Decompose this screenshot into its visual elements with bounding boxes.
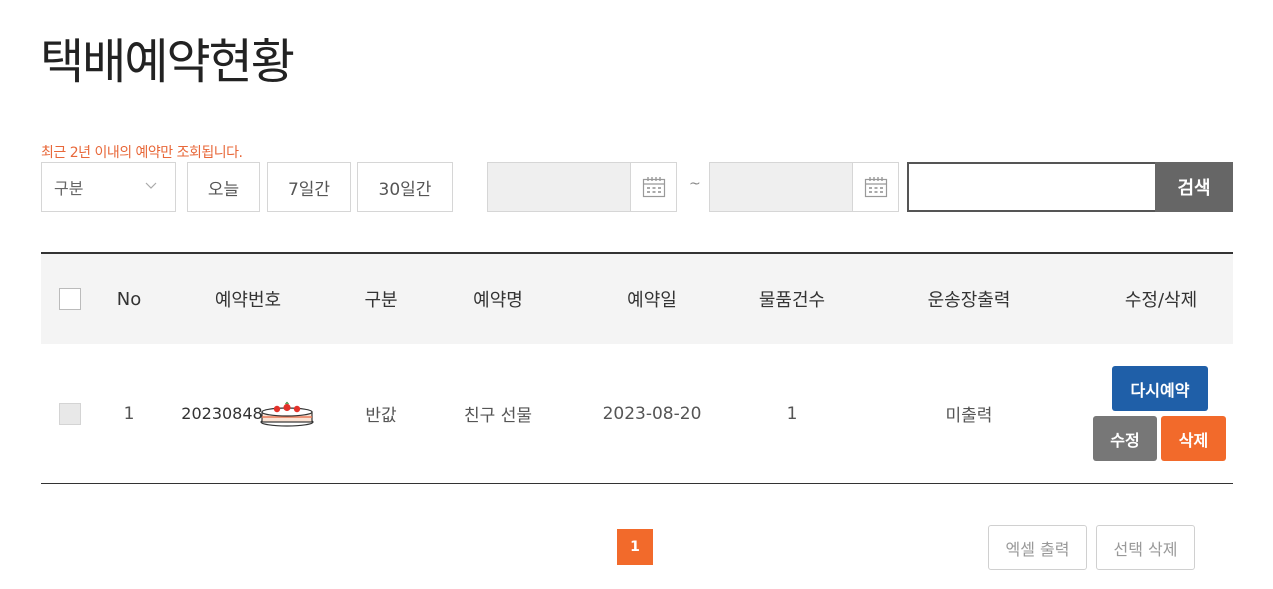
chevron-down-icon <box>145 182 157 189</box>
header-item-count: 물품건수 <box>758 290 826 311</box>
table-row: 1 20230848 반값 친구 선물 2023-08-20 1 미출력 다시예… <box>41 344 1233 484</box>
row-item-count: 1 <box>786 403 798 424</box>
header-waybill: 운송장출력 <box>927 290 1011 311</box>
start-date-input[interactable] <box>487 162 677 212</box>
notice-text: 최근 2년 이내의 예약만 조회됩니다. <box>41 145 243 161</box>
search-input[interactable] <box>907 162 1157 212</box>
header-no: No <box>116 288 142 310</box>
calendar-icon[interactable] <box>852 163 898 211</box>
row-type: 반값 <box>365 406 397 426</box>
calendar-icon[interactable] <box>630 163 676 211</box>
row-date: 2023-08-20 <box>602 403 702 424</box>
header-type: 구분 <box>364 290 398 311</box>
row-no: 1 <box>123 403 135 424</box>
search-button[interactable]: 검색 <box>1155 162 1233 212</box>
reservation-table: No 예약번호 구분 예약명 예약일 물품건수 운송장출력 수정/삭제 1 20… <box>41 252 1233 484</box>
pagination-page-1[interactable]: 1 <box>617 529 653 565</box>
select-all-checkbox[interactable] <box>59 288 81 310</box>
type-select-value: 구분 <box>54 179 84 198</box>
type-select[interactable]: 구분 <box>41 162 176 212</box>
period-7days-button[interactable]: 7일간 <box>267 162 351 212</box>
row-checkbox[interactable] <box>59 402 81 425</box>
header-date: 예약일 <box>627 290 677 311</box>
row-waybill-status: 미출력 <box>945 406 993 426</box>
select-all-cell <box>59 254 81 344</box>
header-edit-delete: 수정/삭제 <box>1124 290 1198 311</box>
delete-selected-button[interactable]: 선택 삭제 <box>1096 525 1195 570</box>
rebook-button[interactable]: 다시예약 <box>1112 366 1208 411</box>
period-today-button[interactable]: 오늘 <box>187 162 260 212</box>
page-title: 택배예약현황 <box>40 34 295 90</box>
date-separator: ~ <box>689 176 701 192</box>
period-30days-button[interactable]: 30일간 <box>357 162 453 212</box>
delete-button[interactable]: 삭제 <box>1161 416 1226 461</box>
end-date-input[interactable] <box>709 162 899 212</box>
row-name: 친구 선물 <box>464 406 532 426</box>
edit-button[interactable]: 수정 <box>1093 416 1157 461</box>
cake-sticker-icon <box>260 401 314 427</box>
excel-export-button[interactable]: 엑셀 출력 <box>988 525 1087 570</box>
row-select-cell <box>59 344 81 483</box>
table-header: No 예약번호 구분 예약명 예약일 물품건수 운송장출력 수정/삭제 <box>41 252 1233 344</box>
row-reservation-number-cell: 20230848 <box>178 344 318 483</box>
header-name: 예약명 <box>473 290 523 311</box>
header-reservation-number: 예약번호 <box>214 290 282 311</box>
row-reservation-number: 20230848 <box>181 404 263 423</box>
